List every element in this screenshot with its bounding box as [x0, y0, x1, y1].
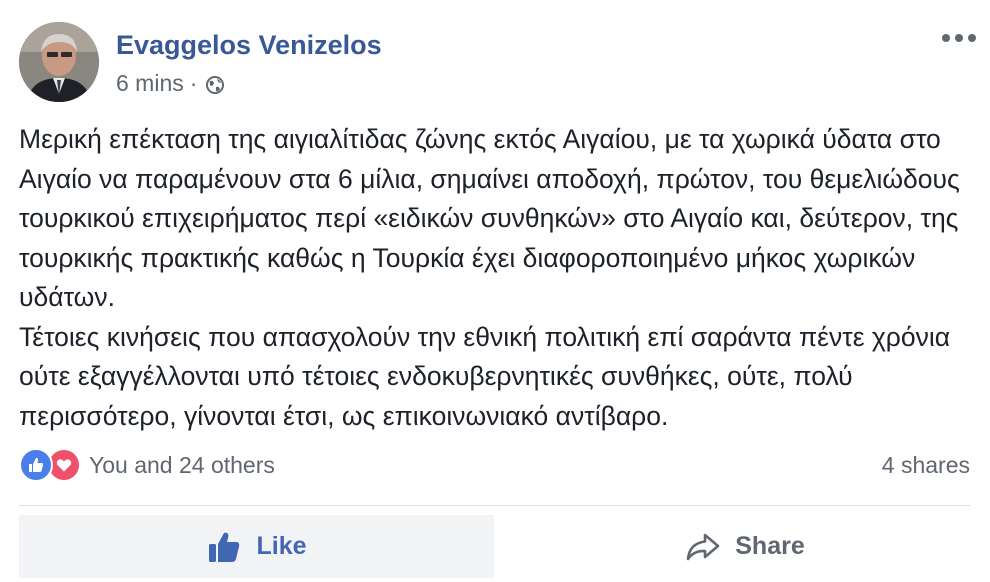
reactions-count[interactable]: You and 24 others [89, 452, 275, 479]
more-dot [955, 34, 963, 42]
reactions-summary[interactable]: You and 24 others [19, 448, 275, 482]
post-meta: 6 mins · [116, 70, 225, 97]
author-name[interactable]: Evaggelos Venizelos [116, 30, 382, 61]
more-options-icon[interactable] [942, 28, 976, 48]
share-arrow-icon [686, 533, 720, 560]
share-button[interactable]: Share [520, 515, 970, 578]
more-dot [968, 34, 976, 42]
meta-separator: · [189, 70, 198, 96]
avatar-photo [19, 22, 99, 102]
like-button[interactable]: Like [19, 515, 494, 578]
globe-icon[interactable] [205, 74, 225, 94]
share-button-label: Share [735, 532, 805, 560]
avatar[interactable] [19, 22, 99, 102]
shares-count[interactable]: 4 shares [882, 452, 970, 479]
post-paragraph: Μερική επέκταση της αιγιαλίτιδας ζώνης ε… [19, 124, 960, 312]
post-paragraph: Τέτοιες κινήσεις που απασχολούν την εθνι… [19, 321, 951, 431]
post-timestamp[interactable]: 6 mins [116, 70, 184, 97]
more-dot [942, 34, 950, 42]
divider [19, 505, 970, 506]
post-body: Μερική επέκταση της αιγιαλίτιδας ζώνης ε… [19, 120, 979, 436]
facebook-post: Evaggelos Venizelos 6 mins · Μερική επέκ… [0, 0, 990, 582]
like-button-label: Like [256, 532, 307, 560]
like-reaction-icon [19, 448, 53, 482]
thumbs-up-icon [209, 532, 240, 562]
